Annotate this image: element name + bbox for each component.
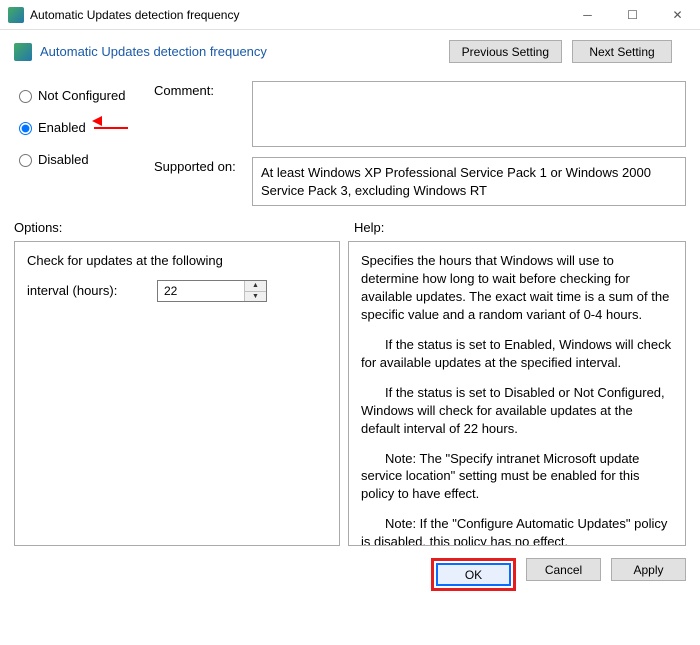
help-paragraph: Note: If the "Configure Automatic Update… [361,515,673,546]
close-button[interactable]: ✕ [655,0,700,30]
spinner-down-icon[interactable]: ▼ [245,292,266,302]
titlebar: Automatic Updates detection frequency ─ … [0,0,700,30]
help-paragraph: Note: The "Specify intranet Microsoft up… [361,450,673,504]
radio-enabled[interactable]: Enabled [14,119,154,135]
radio-disabled-input[interactable] [19,154,32,167]
ok-highlight-box: OK [431,558,516,591]
window-title: Automatic Updates detection frequency [30,8,565,22]
help-paragraph: Specifies the hours that Windows will us… [361,252,673,324]
interval-input[interactable] [158,281,244,301]
help-paragraph: If the status is set to Disabled or Not … [361,384,673,438]
comment-label: Comment: [154,81,252,98]
help-pane: Specifies the hours that Windows will us… [348,241,686,546]
options-check-label: Check for updates at the following [27,252,327,270]
ok-button[interactable]: OK [436,563,511,586]
interval-spinner[interactable]: ▲ ▼ [157,280,267,302]
spinner-up-icon[interactable]: ▲ [245,281,266,292]
app-icon [8,7,24,23]
supported-on-label: Supported on: [154,157,252,174]
options-pane: Check for updates at the following inter… [14,241,340,546]
radio-not-configured-label: Not Configured [38,88,125,103]
state-radio-group: Not Configured Enabled Disabled [14,75,154,183]
maximize-button[interactable]: ☐ [610,0,655,30]
previous-setting-button[interactable]: Previous Setting [449,40,562,63]
radio-enabled-label: Enabled [38,120,86,135]
comment-textarea[interactable] [252,81,686,147]
highlight-arrow-icon [94,120,128,135]
radio-disabled[interactable]: Disabled [14,151,154,167]
apply-button[interactable]: Apply [611,558,686,581]
policy-title: Automatic Updates detection frequency [40,44,449,59]
radio-enabled-input[interactable] [19,122,32,135]
footer: OK Cancel Apply [0,546,700,603]
options-label: Options: [14,220,354,235]
header: Automatic Updates detection frequency Pr… [0,30,700,69]
help-paragraph: If the status is set to Enabled, Windows… [361,336,673,372]
radio-not-configured[interactable]: Not Configured [14,87,154,103]
help-label: Help: [354,220,384,235]
next-setting-button[interactable]: Next Setting [572,40,672,63]
cancel-button[interactable]: Cancel [526,558,601,581]
policy-icon [14,43,32,61]
radio-not-configured-input[interactable] [19,90,32,103]
minimize-button[interactable]: ─ [565,0,610,30]
options-interval-label: interval (hours): [27,282,147,300]
supported-on-text: At least Windows XP Professional Service… [252,157,686,206]
radio-disabled-label: Disabled [38,152,89,167]
